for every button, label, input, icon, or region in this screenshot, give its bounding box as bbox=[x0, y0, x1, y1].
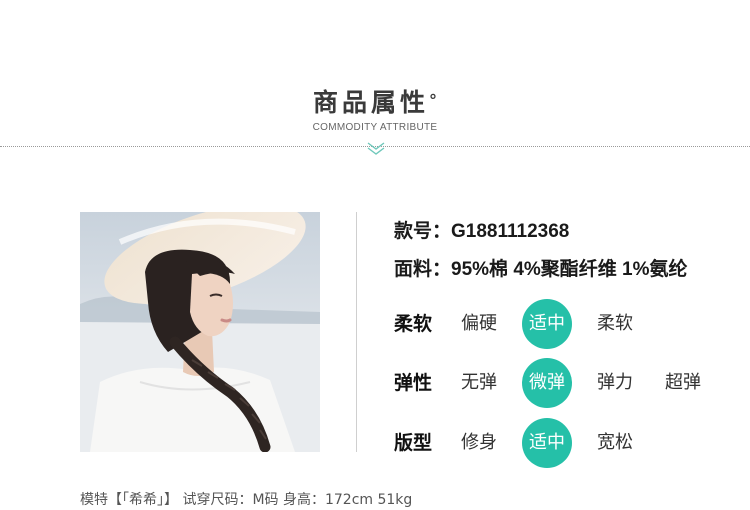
attribute-option-selected: 适中 bbox=[522, 299, 572, 349]
model-photo-illustration bbox=[80, 212, 320, 452]
attribute-option-selected: 微弹 bbox=[522, 358, 572, 408]
fabric-label: 面料： bbox=[394, 258, 452, 280]
attribute-label: 柔软 bbox=[394, 313, 433, 335]
style-number: 款号：G1881112368 bbox=[394, 218, 569, 245]
attribute-option: 修身 bbox=[461, 432, 497, 453]
attribute-label: 弹性 bbox=[394, 372, 433, 394]
attribute-option: 无弹 bbox=[461, 372, 497, 393]
attribute-label: 版型 bbox=[394, 432, 433, 454]
model-photo bbox=[80, 212, 320, 452]
section-title-text: 商品属性 bbox=[312, 88, 429, 117]
style-number-label: 款号： bbox=[394, 220, 452, 242]
section-subtitle: COMMODITY ATTRIBUTE bbox=[312, 122, 438, 133]
attribute-option: 柔软 bbox=[597, 313, 633, 334]
attribute-option-selected: 适中 bbox=[522, 418, 572, 468]
section-title: 商品属性° bbox=[0, 86, 750, 120]
vertical-separator bbox=[356, 212, 357, 452]
attribute-option: 宽松 bbox=[597, 432, 633, 453]
double-chevron-down-icon bbox=[367, 142, 385, 155]
model-fit-info: 模特【「希希」】 试穿尺码：M码 身高：172cm 51kg bbox=[80, 492, 413, 508]
attribute-option: 弹力 bbox=[597, 372, 633, 393]
section-title-mark: ° bbox=[429, 91, 437, 110]
style-number-value: G1881112368 bbox=[451, 221, 570, 242]
attribute-option: 超弹 bbox=[665, 372, 701, 393]
attribute-option: 偏硬 bbox=[461, 313, 497, 334]
fabric-composition: 面料：95%棉 4%聚酯纤维 1%氨纶 bbox=[394, 256, 688, 283]
fabric-value: 95%棉 4%聚酯纤维 1%氨纶 bbox=[451, 259, 688, 280]
